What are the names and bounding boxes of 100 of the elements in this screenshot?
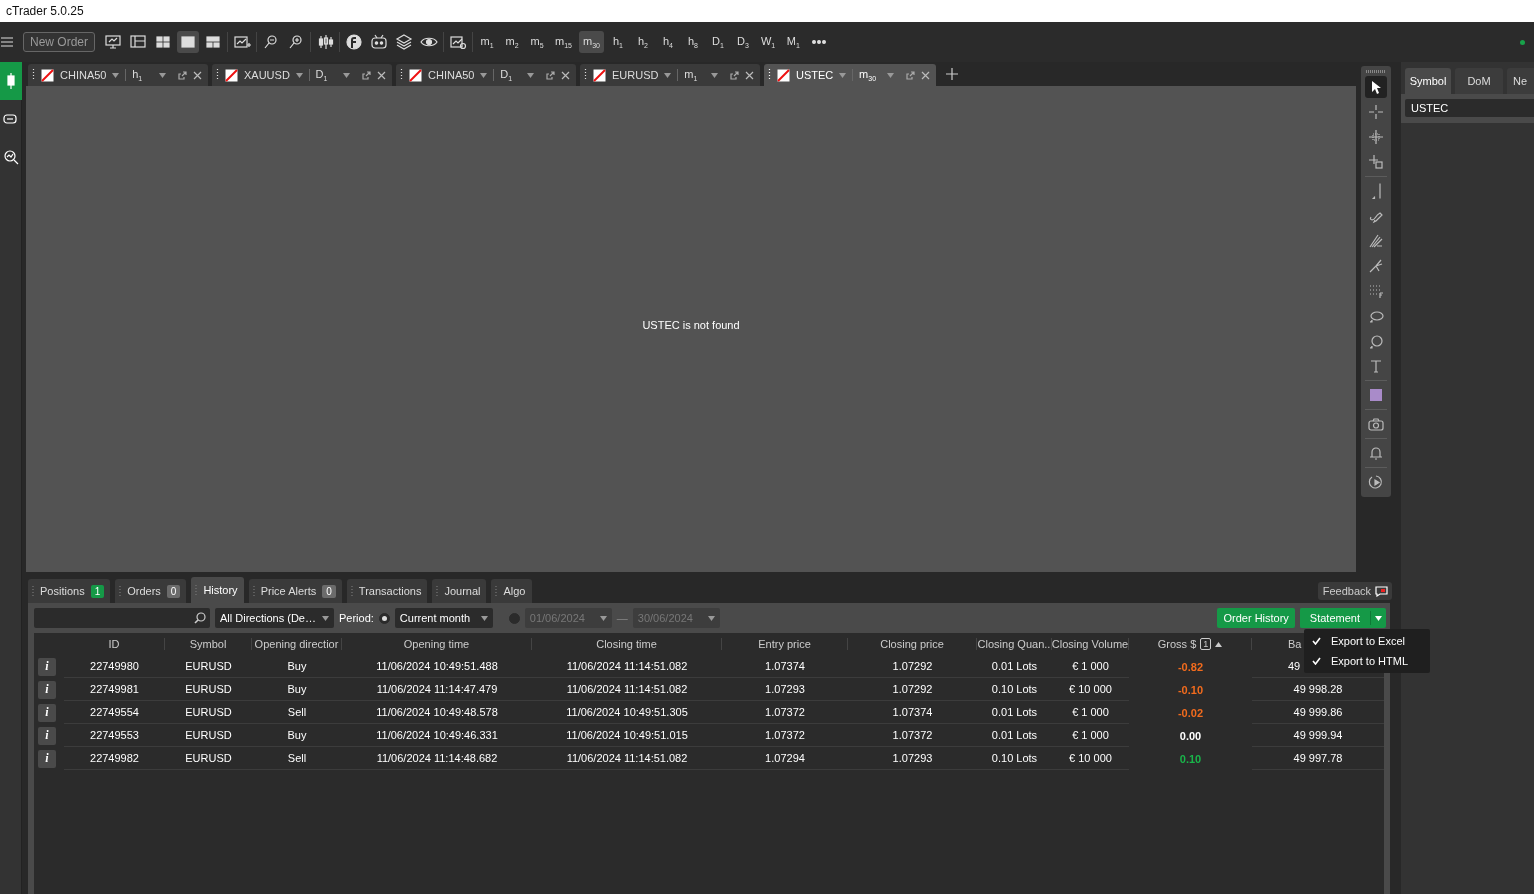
symbol-name[interactable]: EURUSD: [612, 69, 659, 81]
info-button[interactable]: i: [38, 680, 56, 699]
search-field[interactable]: [34, 608, 210, 628]
statement-split-button[interactable]: Statement: [1299, 608, 1386, 628]
column-header[interactable]: Closing Volume: [1052, 638, 1129, 650]
column-header[interactable]: Gross $ 1: [1129, 638, 1252, 650]
timeframe-label[interactable]: D$_{1}$: [500, 67, 521, 83]
chart-tab[interactable]: CHINA50 h$_{1}$: [28, 64, 208, 86]
close-icon[interactable]: [193, 70, 202, 80]
info-button[interactable]: i: [38, 749, 56, 768]
radio-button[interactable]: [378, 612, 390, 624]
symbol-field[interactable]: USTEC: [1405, 99, 1534, 117]
pop-out-icon[interactable]: [730, 70, 739, 80]
menu-icon[interactable]: [0, 34, 16, 50]
panel-tab[interactable]: Orders 0: [115, 579, 187, 603]
caret-icon[interactable]: [839, 72, 847, 78]
timeframe-button[interactable]: m$_{30}$: [579, 31, 604, 53]
toolbar-button[interactable]: [343, 31, 365, 53]
drag-handle-icon[interactable]: [252, 586, 255, 596]
panel-tab[interactable]: History: [191, 577, 244, 603]
column-header[interactable]: Closing Quan..: [977, 638, 1052, 650]
layout-button[interactable]: [177, 31, 199, 53]
timeframe-label[interactable]: m$_{30}$: [859, 67, 881, 83]
drag-handle-icon[interactable]: [119, 586, 122, 596]
pop-out-icon[interactable]: [546, 70, 555, 80]
symbol-name[interactable]: XAUUSD: [244, 69, 290, 81]
timeframe-button[interactable]: D$_{3}$: [731, 31, 754, 53]
color-swatch[interactable]: [1370, 389, 1382, 401]
direction-dropdown[interactable]: All Directions (De…: [215, 608, 334, 628]
close-icon[interactable]: [377, 70, 386, 80]
timeframe-button[interactable]: h$_{4}$: [656, 31, 679, 53]
column-header[interactable]: Closing time: [532, 638, 722, 650]
caret-icon[interactable]: [159, 72, 166, 78]
drawing-tool-button[interactable]: [1365, 76, 1387, 98]
drag-handle-icon[interactable]: [350, 586, 353, 596]
info-button[interactable]: i: [38, 726, 56, 745]
info-button[interactable]: i: [38, 703, 56, 722]
panel-tab[interactable]: Positions 1: [28, 579, 111, 603]
close-icon[interactable]: [921, 70, 930, 80]
caret-icon[interactable]: [527, 72, 534, 78]
caret-icon[interactable]: [480, 72, 488, 78]
close-icon[interactable]: [561, 70, 570, 80]
timeframe-button[interactable]: D$_{1}$: [706, 31, 729, 53]
caret-icon[interactable]: [343, 72, 350, 78]
column-header[interactable]: Symbol: [165, 638, 252, 650]
chart-tab[interactable]: EURUSD m$_{1}$: [580, 64, 760, 86]
feedback-button[interactable]: Feedback: [1317, 582, 1392, 600]
column-header[interactable]: Closing price: [848, 638, 977, 650]
panel-tab[interactable]: Transactions: [346, 579, 428, 603]
add-tab-icon[interactable]: [946, 68, 958, 80]
timeframe-label[interactable]: D$_{1}$: [315, 67, 337, 83]
close-icon[interactable]: [745, 70, 754, 80]
timeframe-button[interactable]: h$_{8}$: [681, 31, 704, 53]
timeframe-button[interactable]: M$_{1}$: [782, 31, 805, 53]
timeframe-label[interactable]: h$_{1}$: [132, 67, 153, 83]
timeframe-button[interactable]: W$_{1}$: [756, 31, 780, 53]
table-cell: 1.07372: [722, 701, 848, 724]
pop-out-icon[interactable]: [178, 70, 187, 80]
timeframe-button[interactable]: h$_{2}$: [631, 31, 654, 53]
timeframe-button[interactable]: m$_{2}$: [501, 31, 523, 53]
timeframe-label[interactable]: m$_{1}$: [684, 67, 705, 83]
pop-out-icon[interactable]: [362, 70, 371, 80]
chart-tab[interactable]: USTEC m$_{30}$: [764, 64, 936, 86]
table-cell: 1.07374: [722, 655, 848, 678]
panel-tab[interactable]: DoM: [1455, 68, 1503, 94]
caret-icon[interactable]: [295, 72, 303, 78]
panel-tab[interactable]: Symbol: [1405, 68, 1451, 94]
caret-icon[interactable]: [664, 72, 672, 78]
drag-handle-icon[interactable]: [436, 586, 439, 596]
drag-handle-icon[interactable]: [32, 586, 34, 596]
chart-tab[interactable]: CHINA50 D$_{1}$: [396, 64, 576, 86]
new-order-button[interactable]: New Order: [23, 32, 95, 52]
symbol-name[interactable]: USTEC: [796, 69, 834, 81]
panel-tab[interactable]: Ne: [1507, 68, 1534, 94]
pop-out-icon[interactable]: [906, 70, 915, 80]
symbol-name[interactable]: CHINA50: [428, 69, 475, 81]
info-button[interactable]: i: [38, 657, 56, 676]
caret-icon[interactable]: [887, 72, 894, 78]
column-header[interactable]: Opening time: [342, 638, 532, 650]
column-header[interactable]: Entry price: [722, 638, 848, 650]
period-dropdown[interactable]: Current month: [394, 608, 493, 628]
order-history-button[interactable]: Order History: [1217, 608, 1295, 628]
panel-tab[interactable]: Algo: [491, 579, 532, 603]
column-header[interactable]: Opening directior: [252, 638, 342, 650]
menu-item[interactable]: Export to Excel: [1304, 631, 1430, 651]
drag-handle-icon[interactable]: [495, 586, 498, 596]
camera-icon: [1367, 415, 1385, 433]
caret-icon[interactable]: [112, 72, 120, 78]
chart-tab[interactable]: XAUUSD D$_{1}$: [212, 64, 392, 86]
menu-item[interactable]: Export to HTML: [1304, 651, 1430, 671]
panel-tab[interactable]: Price Alerts 0: [248, 579, 342, 603]
panel-tab[interactable]: Journal: [432, 579, 487, 603]
symbol-name[interactable]: CHINA50: [60, 69, 107, 81]
timeframe-button[interactable]: m$_{15}$: [551, 31, 576, 53]
timeframe-button[interactable]: h$_{1}$: [606, 31, 629, 53]
column-header[interactable]: ID: [64, 638, 165, 650]
caret-icon[interactable]: [711, 72, 718, 78]
timeframe-button[interactable]: m$_{5}$: [526, 31, 548, 53]
timeframe-button[interactable]: m$_{1}$: [476, 31, 498, 53]
radio-button[interactable]: [508, 612, 520, 624]
